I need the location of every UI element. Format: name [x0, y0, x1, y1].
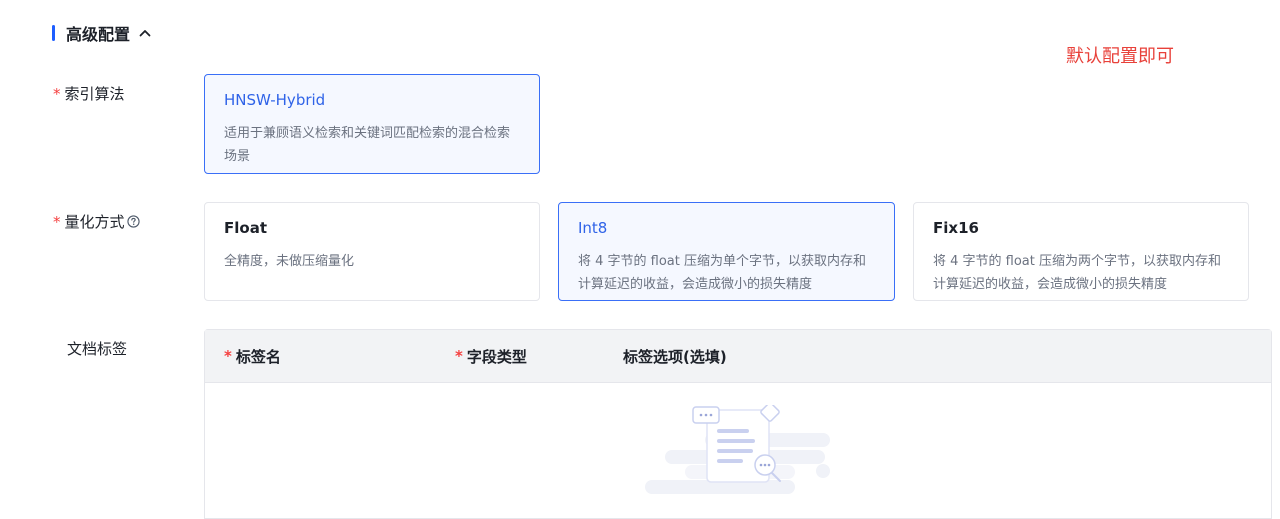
quantization-label: * 量化方式	[53, 211, 140, 232]
option-desc: 将 4 字节的 float 压缩为两个字节，以获取内存和计算延迟的收益，会造成微…	[933, 254, 1222, 292]
section-title: 高级配置	[66, 25, 131, 44]
option-desc: 全精度，未做压缩量化	[224, 254, 355, 269]
table-header: * 标签名 * 字段类型 标签选项(选填)	[205, 330, 1271, 383]
option-desc: 适用于兼顾语义检索和关键词匹配检索的混合检索场景	[224, 126, 511, 164]
option-desc: 将 4 字节的 float 压缩为单个字节，以获取内存和计算延迟的收益，会造成微…	[578, 254, 867, 292]
required-mark: *	[53, 84, 61, 103]
doc-tags-table: * 标签名 * 字段类型 标签选项(选填)	[204, 329, 1272, 519]
index-algorithm-label: * 索引算法	[53, 84, 125, 104]
option-int8[interactable]: Int8 将 4 字节的 float 压缩为单个字节，以获取内存和计算延迟的收益…	[558, 202, 895, 301]
column-header-field-type: * 字段类型	[455, 347, 527, 366]
doc-tags-label: 文档标签	[67, 340, 128, 358]
option-hnsw-hybrid[interactable]: HNSW-Hybrid 适用于兼顾语义检索和关键词匹配检索的混合检索场景	[204, 74, 540, 174]
option-title: Int8	[578, 219, 608, 237]
section-accent-bar	[52, 25, 55, 41]
option-fix16[interactable]: Fix16 将 4 字节的 float 压缩为两个字节，以获取内存和计算延迟的收…	[913, 202, 1249, 301]
required-mark: *	[53, 212, 61, 231]
option-title: Float	[224, 219, 267, 237]
option-title: HNSW-Hybrid	[224, 91, 326, 109]
chevron-up-icon[interactable]	[138, 26, 152, 40]
column-header-tag-name: * 标签名	[224, 347, 281, 366]
empty-state-illustration-icon	[645, 405, 830, 494]
option-float[interactable]: Float 全精度，未做压缩量化	[204, 202, 540, 301]
option-title: Fix16	[933, 219, 979, 237]
question-circle-icon[interactable]	[126, 215, 140, 228]
advanced-config-header[interactable]: 高级配置	[52, 20, 152, 46]
required-mark: *	[224, 347, 232, 365]
required-mark: *	[455, 347, 463, 365]
annotation-note: 默认配置即可	[1066, 46, 1174, 67]
column-header-tag-options: 标签选项(选填)	[623, 347, 727, 366]
